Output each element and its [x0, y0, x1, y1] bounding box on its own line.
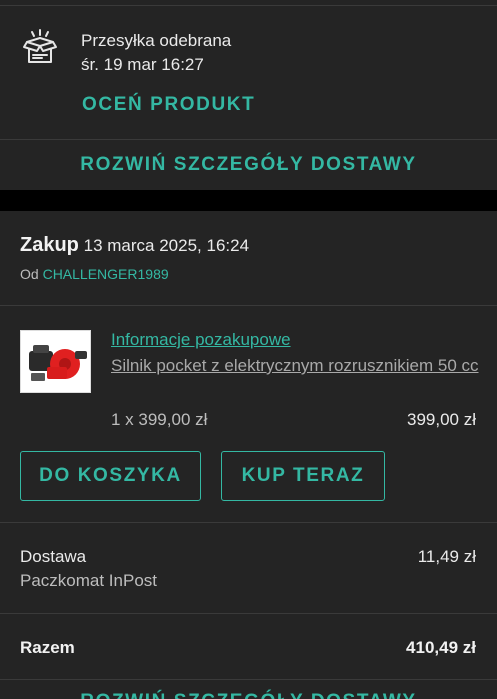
item-total: 399,00 zł	[407, 410, 476, 429]
shipment-status: Przesyłka odebrana	[81, 31, 232, 50]
buy-now-button[interactable]: KUP TERAZ	[221, 451, 385, 501]
add-to-cart-button[interactable]: DO KOSZYKA	[20, 451, 201, 501]
total-value: 410,49 zł	[406, 638, 476, 657]
delivery-method: Paczkomat InPost	[20, 571, 158, 590]
engine-image	[21, 331, 90, 392]
divider	[0, 139, 497, 140]
delivery-label: Dostawa	[20, 547, 87, 566]
after-sale-info-link[interactable]: Informacje pozakupowe	[111, 330, 291, 350]
seller-prefix: Od	[20, 266, 39, 282]
purchase-date: 13 marca 2025, 16:24	[83, 236, 250, 255]
rate-product-button[interactable]: OCEŃ PRODUKT	[82, 94, 255, 116]
divider	[0, 305, 497, 306]
delivery-price: 11,49 zł	[417, 547, 476, 566]
product-thumbnail[interactable]	[20, 330, 91, 393]
divider	[0, 5, 497, 6]
shipment-date: śr. 19 mar 16:27	[81, 55, 204, 74]
seller-link[interactable]: CHALLENGER1989	[43, 266, 169, 282]
divider	[0, 522, 497, 523]
seller-line: Od CHALLENGER1989	[20, 266, 169, 282]
expand-delivery-details-button-bottom[interactable]: ROZWIŃ SZCZEGÓŁY DOSTAWY	[0, 691, 497, 699]
divider	[0, 679, 497, 680]
purchase-header: Zakup 13 marca 2025, 16:24	[20, 234, 249, 257]
expand-delivery-details-button[interactable]: ROZWIŃ SZCZEGÓŁY DOSTAWY	[0, 154, 497, 176]
divider	[0, 613, 497, 614]
product-name-link[interactable]: Silnik pocket z elektrycznym rozruszniki…	[111, 355, 483, 376]
purchase-label: Zakup	[20, 234, 79, 256]
total-label: Razem	[20, 638, 75, 657]
shipment-card: Przesyłka odebrana śr. 19 mar 16:27 OCEŃ…	[0, 0, 497, 190]
quantity-price: 1 x 399,00 zł	[111, 410, 208, 429]
opened-package-icon	[23, 29, 57, 63]
